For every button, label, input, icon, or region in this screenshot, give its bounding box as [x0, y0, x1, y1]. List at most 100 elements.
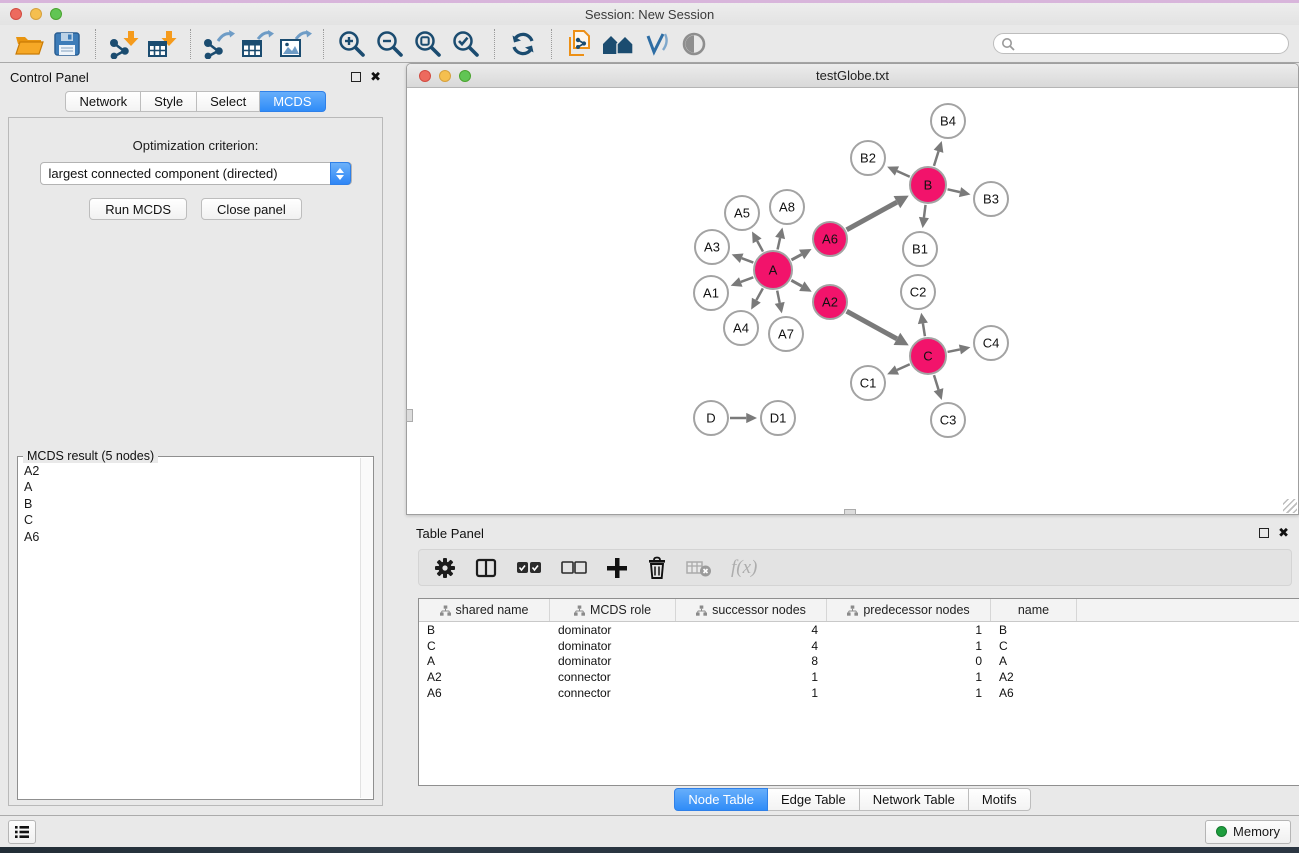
graph-edge[interactable]: [934, 375, 939, 390]
graph-edge[interactable]: [741, 277, 754, 282]
table-cell[interactable]: 1: [827, 670, 991, 684]
export-table-button[interactable]: [238, 28, 276, 60]
table-cell[interactable]: 1: [676, 670, 827, 684]
show-graphics-details-button[interactable]: [675, 28, 713, 60]
table-cell[interactable]: 1: [827, 623, 991, 637]
table-cell[interactable]: connector: [550, 686, 676, 700]
table-row[interactable]: Bdominator41B: [419, 622, 1299, 638]
table-cell[interactable]: dominator: [550, 639, 676, 653]
tab-network-table[interactable]: Network Table: [860, 788, 969, 811]
table-cell[interactable]: 1: [827, 686, 991, 700]
column-header-shared-name[interactable]: shared name: [419, 599, 550, 621]
table-cell[interactable]: A2: [991, 670, 1077, 684]
splitter-grip-bottom[interactable]: [844, 509, 856, 515]
float-panel-icon[interactable]: [351, 72, 361, 82]
float-table-panel-icon[interactable]: [1259, 528, 1269, 538]
graph-edge[interactable]: [791, 254, 801, 260]
table-cell[interactable]: A6: [419, 686, 550, 700]
tab-select[interactable]: Select: [197, 91, 260, 112]
function-builder-button-disabled[interactable]: f(x): [731, 557, 757, 579]
graph-edge[interactable]: [756, 288, 763, 300]
tab-edge-table[interactable]: Edge Table: [768, 788, 860, 811]
splitter-grip-left[interactable]: [406, 409, 413, 422]
zoom-network-window-button[interactable]: [459, 70, 471, 82]
refresh-button[interactable]: [504, 28, 542, 60]
table-cell[interactable]: A2: [419, 670, 550, 684]
tab-style[interactable]: Style: [141, 91, 197, 112]
table-cell[interactable]: 1: [827, 639, 991, 653]
table-cell[interactable]: 1: [676, 686, 827, 700]
import-network-button[interactable]: [105, 28, 143, 60]
window-resize-grip[interactable]: [1283, 499, 1297, 513]
table-cell[interactable]: 8: [676, 654, 827, 668]
table-row[interactable]: A6connector11A6: [419, 685, 1299, 701]
create-column-button[interactable]: [606, 557, 628, 579]
zoom-in-button[interactable]: [333, 28, 371, 60]
minimize-window-button[interactable]: [30, 8, 42, 20]
first-neighbors-button[interactable]: [599, 28, 637, 60]
table-row[interactable]: A2connector11A2: [419, 669, 1299, 685]
table-cell[interactable]: B: [991, 623, 1077, 637]
tab-mcds[interactable]: MCDS: [260, 91, 325, 112]
close-panel-icon[interactable]: ✖: [370, 72, 381, 82]
zoom-window-button[interactable]: [50, 8, 62, 20]
graph-edge[interactable]: [791, 280, 802, 286]
zoom-out-button[interactable]: [371, 28, 409, 60]
graph-edge[interactable]: [778, 238, 781, 250]
tab-motifs[interactable]: Motifs: [969, 788, 1031, 811]
table-cell[interactable]: 4: [676, 623, 827, 637]
table-row[interactable]: Cdominator41C: [419, 638, 1299, 654]
zoom-fit-button[interactable]: [409, 28, 447, 60]
table-cell[interactable]: connector: [550, 670, 676, 684]
hide-graphics-details-button[interactable]: [637, 28, 675, 60]
table-row[interactable]: Adominator80A: [419, 654, 1299, 670]
mcds-result-list[interactable]: A2ABCA6: [18, 457, 373, 545]
graph-edge[interactable]: [742, 258, 754, 262]
network-window-titlebar[interactable]: testGlobe.txt: [407, 64, 1298, 88]
open-session-button[interactable]: [10, 28, 48, 60]
close-window-button[interactable]: [10, 8, 22, 20]
duplicate-network-button[interactable]: [561, 28, 599, 60]
table-cell[interactable]: 0: [827, 654, 991, 668]
table-cell[interactable]: A: [419, 654, 550, 668]
select-all-button[interactable]: [516, 561, 542, 575]
table-cell[interactable]: 4: [676, 639, 827, 653]
graph-edge[interactable]: [948, 189, 960, 192]
tab-network[interactable]: Network: [65, 91, 141, 112]
graph-edge[interactable]: [948, 349, 960, 352]
deselect-all-button[interactable]: [561, 561, 587, 575]
zoom-selected-button[interactable]: [447, 28, 485, 60]
network-graph[interactable]: AA1A2A3A4A5A6A7A8BB1B2B3B4CC1C2C3C4DD1: [407, 88, 1298, 513]
table-cell[interactable]: A6: [991, 686, 1077, 700]
tab-node-table[interactable]: Node Table: [674, 788, 768, 811]
criterion-dropdown[interactable]: largest connected component (directed): [40, 162, 352, 185]
save-session-button[interactable]: [48, 28, 86, 60]
search-field[interactable]: [993, 33, 1289, 54]
delete-table-button-disabled[interactable]: [686, 557, 712, 579]
delete-column-button[interactable]: [647, 556, 667, 579]
graph-edge[interactable]: [897, 364, 910, 370]
graph-edge[interactable]: [934, 151, 939, 166]
node-table[interactable]: shared nameMCDS rolesuccessor nodesprede…: [418, 598, 1299, 786]
graph-edge[interactable]: [924, 205, 926, 218]
column-header-name[interactable]: name: [991, 599, 1077, 621]
search-input[interactable]: [1015, 37, 1265, 51]
graph-edge[interactable]: [847, 311, 897, 339]
column-header-MCDS-role[interactable]: MCDS role: [550, 599, 676, 621]
table-cell[interactable]: C: [991, 639, 1077, 653]
graph-edge[interactable]: [757, 241, 763, 252]
minimize-network-window-button[interactable]: [439, 70, 451, 82]
import-table-button[interactable]: [143, 28, 181, 60]
column-header-successor-nodes[interactable]: successor nodes: [676, 599, 827, 621]
result-item[interactable]: B: [24, 496, 373, 512]
result-scrollbar[interactable]: [360, 458, 373, 798]
column-header-predecessor-nodes[interactable]: predecessor nodes: [827, 599, 991, 621]
column-visibility-button[interactable]: [475, 558, 497, 578]
graph-edge[interactable]: [847, 202, 897, 230]
close-panel-button[interactable]: Close panel: [201, 198, 302, 220]
run-mcds-button[interactable]: Run MCDS: [89, 198, 187, 220]
close-table-panel-icon[interactable]: ✖: [1278, 528, 1289, 538]
table-cell[interactable]: C: [419, 639, 550, 653]
result-item[interactable]: A2: [24, 463, 373, 479]
table-cell[interactable]: B: [419, 623, 550, 637]
